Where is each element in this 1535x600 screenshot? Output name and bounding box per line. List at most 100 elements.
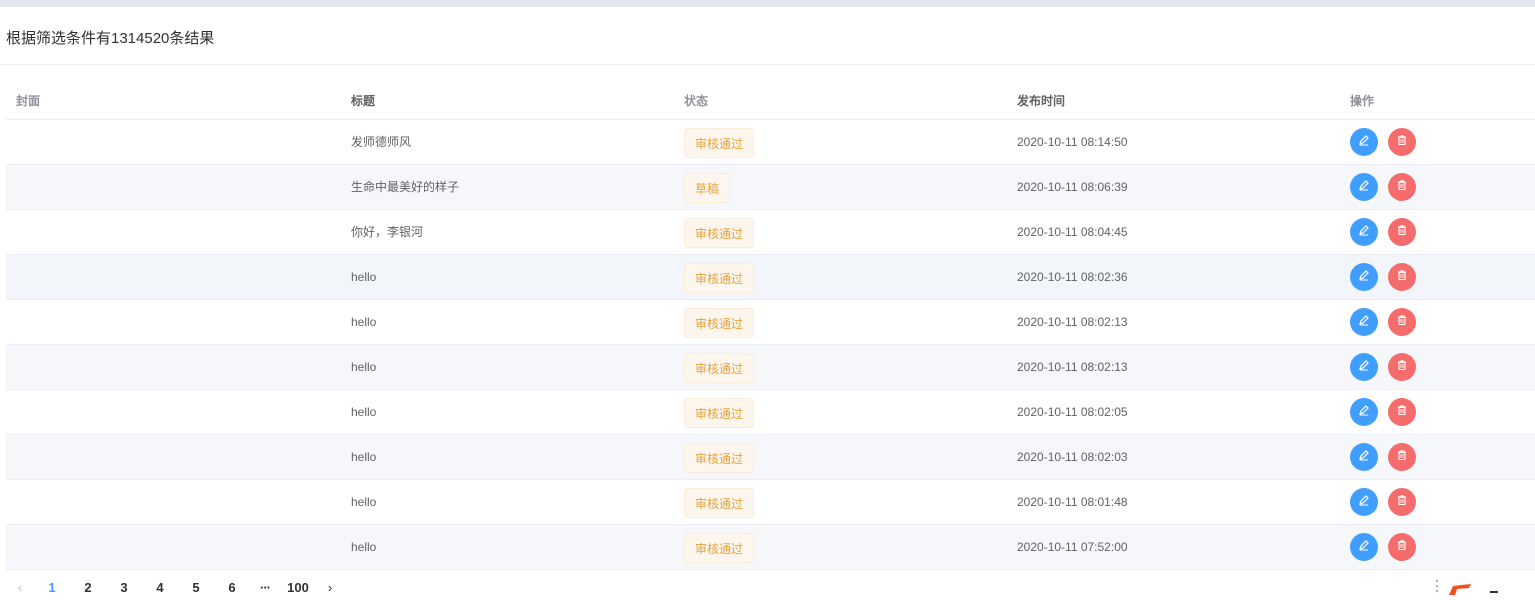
delete-button[interactable] [1388, 398, 1416, 426]
title-cell: hello [351, 315, 377, 329]
edit-icon [1358, 525, 1370, 570]
title-cell: hello [351, 360, 377, 374]
edit-icon [1358, 165, 1370, 210]
minimize-icon[interactable] [1490, 591, 1498, 593]
delete-button[interactable] [1388, 128, 1416, 156]
publish-time-cell: 2020-10-11 08:02:03 [1017, 450, 1128, 464]
title-cell: 生命中最美好的样子 [351, 180, 460, 194]
page-2-button[interactable]: 2 [70, 580, 106, 595]
trash-icon [1396, 435, 1408, 480]
table-row[interactable]: hello 审核通过 2020-10-11 08:02:13 [6, 300, 1535, 345]
title-cell: hello [351, 270, 377, 284]
page-4-button[interactable]: 4 [142, 580, 178, 595]
table-row[interactable]: 生命中最美好的样子 草稿 2020-10-11 08:06:39 [6, 165, 1535, 210]
trash-icon [1396, 525, 1408, 570]
status-badge: 审核通过 [684, 532, 755, 563]
title-cell: 你好，李银河 [351, 225, 424, 239]
title-cell: 发师德师风 [351, 135, 412, 149]
delete-button[interactable] [1388, 488, 1416, 516]
page-5-button[interactable]: 5 [178, 580, 214, 595]
trash-icon [1396, 255, 1408, 300]
status-cell: 审核通过 [684, 210, 755, 255]
edit-button[interactable] [1350, 443, 1378, 471]
delete-button[interactable] [1388, 218, 1416, 246]
edit-icon [1358, 210, 1370, 255]
table-body: 发师德师风 审核通过 2020-10-11 08:14:50 生命中最美好的样子 草稿 2… [6, 120, 1535, 570]
status-badge: 审核通过 [684, 307, 755, 338]
edit-button[interactable] [1350, 488, 1378, 516]
table-row[interactable]: hello 审核通过 2020-10-11 08:02:03 [6, 435, 1535, 480]
drag-handle-icon[interactable] [1436, 580, 1439, 595]
status-badge: 审核通过 [684, 487, 755, 518]
status-cell: 审核通过 [684, 345, 755, 390]
edit-button[interactable] [1350, 533, 1378, 561]
table-row[interactable]: 发师德师风 审核通过 2020-10-11 08:14:50 [6, 120, 1535, 165]
table-row[interactable]: hello 审核通过 2020-10-11 07:52:00 [6, 525, 1535, 570]
table-row[interactable]: hello 审核通过 2020-10-11 08:01:48 [6, 480, 1535, 525]
table-row[interactable]: hello 审核通过 2020-10-11 08:02:05 [6, 390, 1535, 435]
next-page-button[interactable]: › [316, 580, 344, 595]
status-badge: 审核通过 [684, 262, 755, 293]
delete-button[interactable] [1388, 353, 1416, 381]
edit-button[interactable] [1350, 173, 1378, 201]
edit-button[interactable] [1350, 128, 1378, 156]
trash-icon [1396, 390, 1408, 435]
edit-icon [1358, 435, 1370, 480]
logo-icon [1449, 584, 1471, 595]
column-header-cover[interactable]: 封面 [16, 82, 40, 120]
trash-icon [1396, 300, 1408, 345]
column-header-publish-time[interactable]: 发布时间 [1017, 82, 1065, 120]
more-pages-ellipsis[interactable]: ··· [250, 580, 280, 595]
delete-button[interactable] [1388, 308, 1416, 336]
publish-time-cell: 2020-10-11 08:02:36 [1017, 270, 1128, 284]
edit-button[interactable] [1350, 398, 1378, 426]
title-cell: hello [351, 405, 377, 419]
status-badge: 审核通过 [684, 217, 755, 248]
edit-icon [1358, 255, 1370, 300]
delete-button[interactable] [1388, 263, 1416, 291]
edit-button[interactable] [1350, 263, 1378, 291]
edit-icon [1358, 120, 1370, 165]
pagination: ‹ 1 2 3 4 5 6 ··· 100 › [6, 574, 344, 600]
title-cell: hello [351, 495, 377, 509]
column-header-actions[interactable]: 操作 [1350, 82, 1374, 120]
table-row[interactable]: hello 审核通过 2020-10-11 08:02:13 [6, 345, 1535, 390]
column-header-status[interactable]: 状态 [684, 82, 708, 120]
page-6-button[interactable]: 6 [214, 580, 250, 595]
edit-icon [1358, 345, 1370, 390]
table-row[interactable]: 你好，李银河 审核通过 2020-10-11 08:04:45 [6, 210, 1535, 255]
edit-button[interactable] [1350, 353, 1378, 381]
status-cell: 审核通过 [684, 300, 755, 345]
page-3-button[interactable]: 3 [106, 580, 142, 595]
column-header-title[interactable]: 标题 [351, 82, 375, 120]
top-strip [0, 0, 1535, 7]
delete-button[interactable] [1388, 443, 1416, 471]
trash-icon [1396, 165, 1408, 210]
prev-page-button[interactable]: ‹ [6, 580, 34, 595]
publish-time-cell: 2020-10-11 08:02:13 [1017, 360, 1128, 374]
publish-time-cell: 2020-10-11 08:04:45 [1017, 225, 1128, 239]
edit-button[interactable] [1350, 218, 1378, 246]
trash-icon [1396, 120, 1408, 165]
status-badge: 审核通过 [684, 127, 755, 158]
page-last-button[interactable]: 100 [280, 580, 316, 595]
trash-icon [1396, 480, 1408, 525]
status-cell: 审核通过 [684, 435, 755, 480]
results-count-text: 根据筛选条件有1314520条结果 [6, 30, 215, 47]
edit-icon [1358, 480, 1370, 525]
delete-button[interactable] [1388, 533, 1416, 561]
edit-button[interactable] [1350, 308, 1378, 336]
delete-button[interactable] [1388, 173, 1416, 201]
publish-time-cell: 2020-10-11 07:52:00 [1017, 540, 1128, 554]
status-cell: 审核通过 [684, 480, 755, 525]
table-row[interactable]: hello 审核通过 2020-10-11 08:02:36 [6, 255, 1535, 300]
status-cell: 审核通过 [684, 255, 755, 300]
publish-time-cell: 2020-10-11 08:06:39 [1017, 180, 1128, 194]
status-cell: 审核通过 [684, 525, 755, 570]
publish-time-cell: 2020-10-11 08:14:50 [1017, 135, 1128, 149]
status-badge: 审核通过 [684, 397, 755, 428]
publish-time-cell: 2020-10-11 08:01:48 [1017, 495, 1128, 509]
trash-icon [1396, 345, 1408, 390]
page-1-button[interactable]: 1 [34, 580, 70, 595]
title-cell: hello [351, 540, 377, 554]
